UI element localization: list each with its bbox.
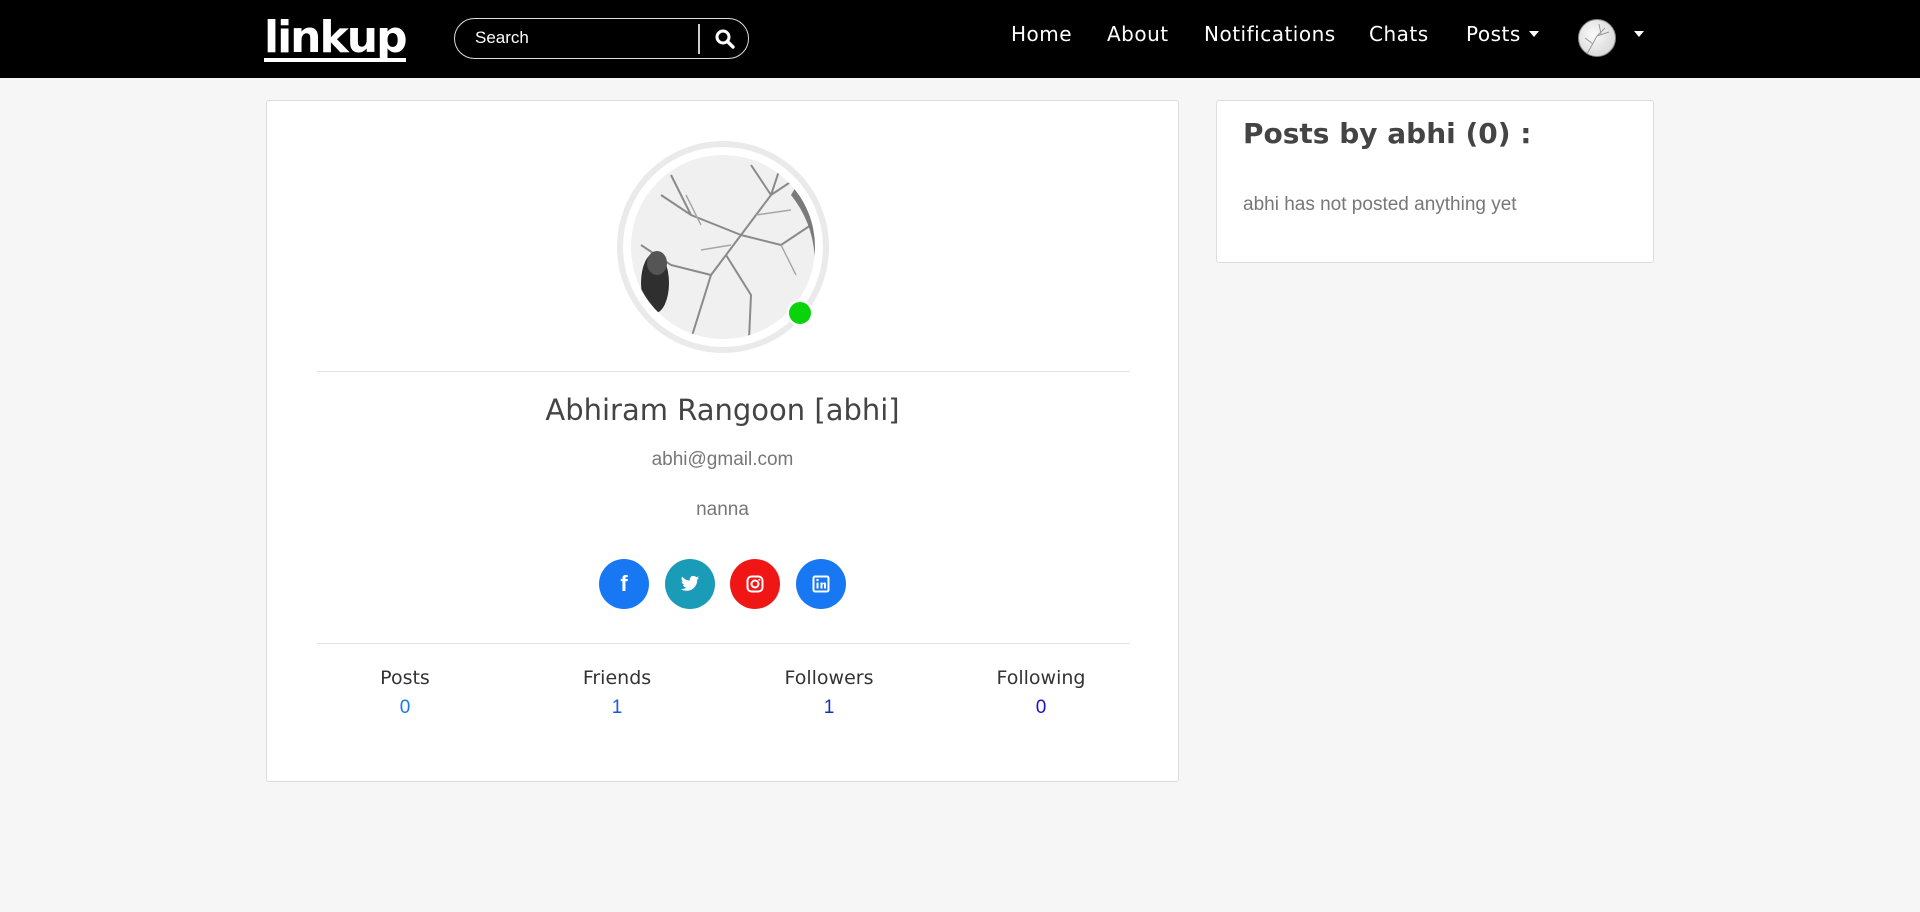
facebook-icon: f	[620, 571, 628, 596]
divider	[317, 643, 1130, 644]
divider	[317, 371, 1130, 372]
stat-following[interactable]: Following 0	[961, 667, 1121, 719]
search-form	[454, 18, 749, 59]
stat-value: 0	[1035, 697, 1047, 718]
profile-email: abhi@gmail.com	[651, 449, 794, 470]
avatar-image	[1584, 23, 1610, 55]
posts-empty-message: abhi has not posted anything yet	[1243, 194, 1517, 215]
nav-notifications-link[interactable]: Notifications	[1204, 22, 1336, 46]
nav-chats-link[interactable]: Chats	[1369, 22, 1429, 46]
stat-label: Following	[996, 667, 1086, 689]
profile-bio: nanna	[696, 499, 749, 520]
nav-home-link[interactable]: Home	[1011, 22, 1072, 46]
instagram-button[interactable]	[730, 559, 780, 609]
chevron-down-icon[interactable]	[1634, 31, 1644, 37]
stat-label: Followers	[784, 667, 874, 689]
instagram-icon	[746, 575, 764, 593]
posts-panel: Posts by abhi (0) : abhi has not posted …	[1216, 100, 1654, 263]
nav-posts-label: Posts	[1466, 22, 1521, 46]
twitter-button[interactable]	[665, 559, 715, 609]
search-button[interactable]	[707, 23, 743, 55]
search-divider	[698, 24, 700, 54]
profile-card: Abhiram Rangoon [abhi] abhi@gmail.com na…	[266, 100, 1179, 782]
search-input[interactable]	[455, 19, 699, 57]
stat-label: Friends	[582, 667, 652, 689]
navbar: linkup Home About Notifications Chats Po…	[0, 0, 1920, 78]
stat-value: 1	[823, 697, 835, 718]
facebook-button[interactable]: f	[599, 559, 649, 609]
user-avatar-menu[interactable]	[1578, 19, 1616, 57]
stat-friends[interactable]: Friends 1	[537, 667, 697, 719]
stat-posts[interactable]: Posts 0	[325, 667, 485, 719]
search-icon	[715, 29, 735, 49]
stat-value: 1	[611, 697, 623, 718]
stat-label: Posts	[380, 667, 430, 689]
profile-name: Abhiram Rangoon [abhi]	[545, 393, 900, 427]
linkup-logo[interactable]: linkup	[264, 12, 408, 64]
stat-followers[interactable]: Followers 1	[749, 667, 909, 719]
linkedin-button[interactable]	[796, 559, 846, 609]
nav-posts-dropdown[interactable]: Posts	[1466, 22, 1539, 46]
nav-about-link[interactable]: About	[1107, 22, 1169, 46]
twitter-icon	[680, 575, 700, 591]
stat-value: 0	[399, 697, 411, 718]
linkedin-icon	[812, 575, 830, 593]
chevron-down-icon	[1528, 30, 1539, 37]
online-status-indicator	[787, 300, 813, 326]
posts-panel-title: Posts by abhi (0) :	[1243, 117, 1532, 150]
